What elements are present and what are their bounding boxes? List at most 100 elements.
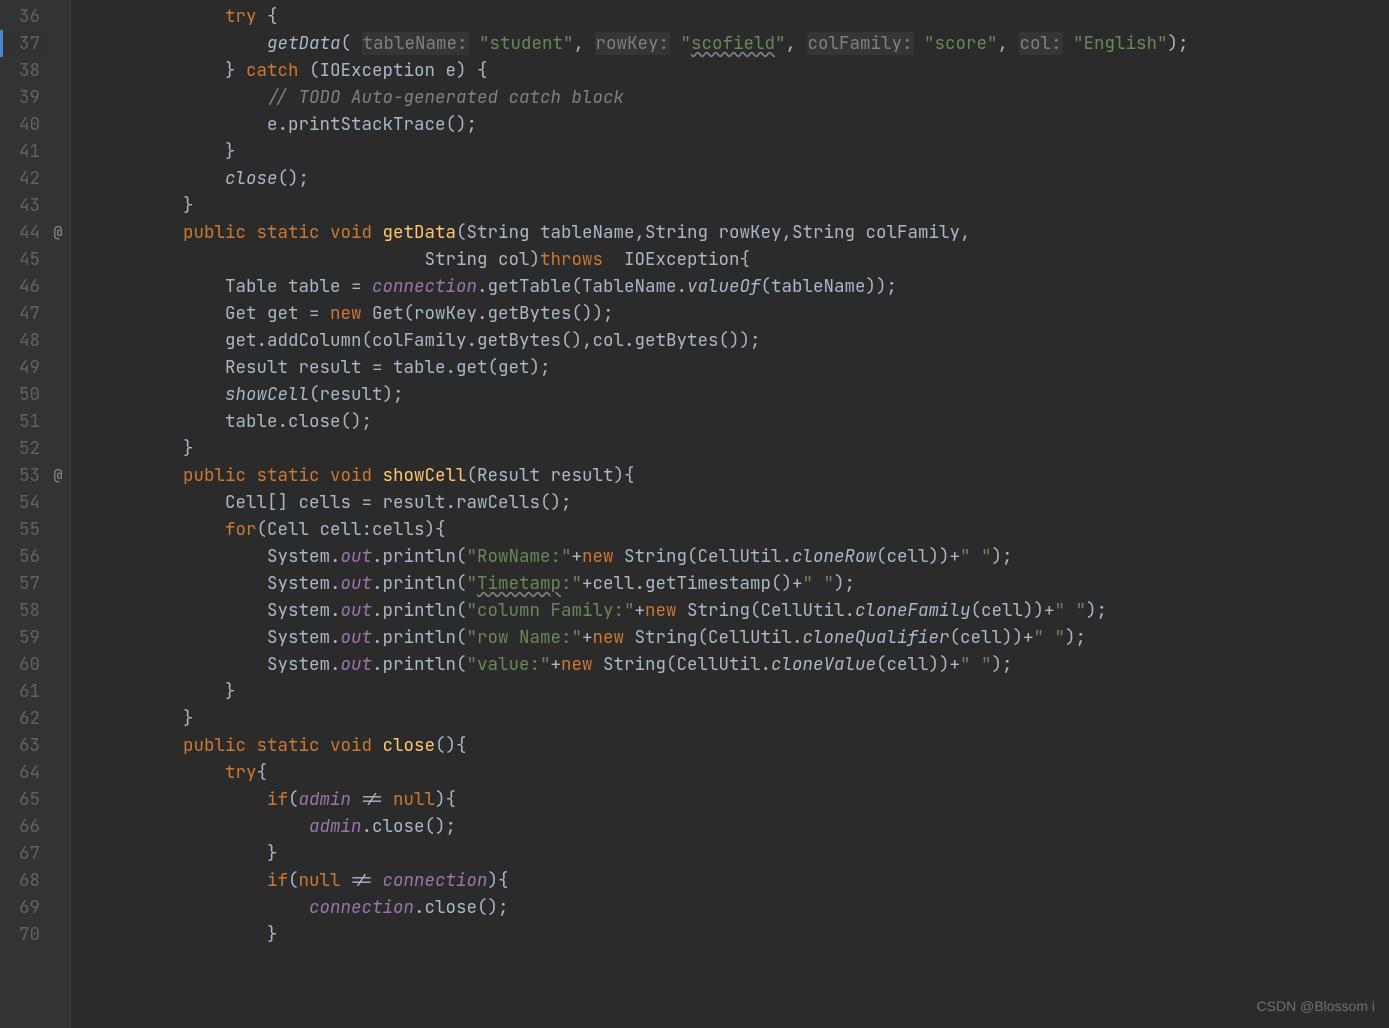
- code-line[interactable]: public static void showCell(Result resul…: [99, 462, 1389, 489]
- code-line[interactable]: // TODO Auto-generated catch block: [99, 84, 1389, 111]
- gutter-mark[interactable]: [46, 867, 70, 894]
- gutter-mark[interactable]: [46, 543, 70, 570]
- gutter-mark[interactable]: [46, 84, 70, 111]
- line-number[interactable]: 69: [0, 894, 46, 921]
- code-area[interactable]: try { getData( tableName: "student", row…: [87, 0, 1389, 1028]
- code-line[interactable]: connection.close();: [99, 894, 1389, 921]
- gutter-mark[interactable]: [46, 570, 70, 597]
- code-line[interactable]: admin.close();: [99, 813, 1389, 840]
- code-line[interactable]: System.out.println("row Name:"+new Strin…: [99, 624, 1389, 651]
- line-number[interactable]: 70: [0, 921, 46, 948]
- line-number[interactable]: 46: [0, 273, 46, 300]
- line-number[interactable]: 51: [0, 408, 46, 435]
- code-line[interactable]: }: [99, 705, 1389, 732]
- code-line[interactable]: table.close();: [99, 408, 1389, 435]
- line-number-gutter[interactable]: 3637383940414243444546474849505152535455…: [0, 0, 46, 1028]
- gutter-mark[interactable]: [46, 381, 70, 408]
- code-line[interactable]: if(null != connection){: [99, 867, 1389, 894]
- code-line[interactable]: public static void getData(String tableN…: [99, 219, 1389, 246]
- code-line[interactable]: System.out.println("Timetamp:"+cell.getT…: [99, 570, 1389, 597]
- code-line[interactable]: Table table = connection.getTable(TableN…: [99, 273, 1389, 300]
- line-number[interactable]: 58: [0, 597, 46, 624]
- line-number[interactable]: 53: [0, 462, 46, 489]
- gutter-mark[interactable]: [46, 597, 70, 624]
- line-number[interactable]: 62: [0, 705, 46, 732]
- gutter-mark[interactable]: [46, 921, 70, 948]
- gutter-mark[interactable]: [46, 111, 70, 138]
- code-line[interactable]: System.out.println("RowName:"+new String…: [99, 543, 1389, 570]
- code-line[interactable]: }: [99, 678, 1389, 705]
- code-line[interactable]: close();: [99, 165, 1389, 192]
- line-number[interactable]: 63: [0, 732, 46, 759]
- code-line[interactable]: e.printStackTrace();: [99, 111, 1389, 138]
- gutter-mark[interactable]: [46, 651, 70, 678]
- line-number[interactable]: 48: [0, 327, 46, 354]
- gutter-mark[interactable]: [46, 678, 70, 705]
- gutter-mark[interactable]: [46, 732, 70, 759]
- line-number[interactable]: 50: [0, 381, 46, 408]
- line-number[interactable]: 67: [0, 840, 46, 867]
- code-line[interactable]: }: [99, 435, 1389, 462]
- line-number[interactable]: 41: [0, 138, 46, 165]
- line-number[interactable]: 64: [0, 759, 46, 786]
- gutter-mark[interactable]: [46, 786, 70, 813]
- line-number[interactable]: 49: [0, 354, 46, 381]
- gutter-mark[interactable]: [46, 30, 70, 57]
- line-number[interactable]: 66: [0, 813, 46, 840]
- gutter-mark[interactable]: [46, 300, 70, 327]
- gutter-mark[interactable]: [46, 894, 70, 921]
- line-number[interactable]: 37: [0, 30, 46, 57]
- code-line[interactable]: get.addColumn(colFamily.getBytes(),col.g…: [99, 327, 1389, 354]
- code-line[interactable]: Get get = new Get(rowKey.getBytes());: [99, 300, 1389, 327]
- fold-region[interactable]: [70, 0, 87, 1028]
- code-line[interactable]: for(Cell cell:cells){: [99, 516, 1389, 543]
- gutter-mark[interactable]: [46, 813, 70, 840]
- code-line[interactable]: Result result = table.get(get);: [99, 354, 1389, 381]
- code-line[interactable]: }: [99, 840, 1389, 867]
- gutter-mark[interactable]: [46, 435, 70, 462]
- line-number[interactable]: 43: [0, 192, 46, 219]
- code-line[interactable]: if(admin != null){: [99, 786, 1389, 813]
- gutter-mark[interactable]: [46, 354, 70, 381]
- gutter-mark[interactable]: [46, 57, 70, 84]
- gutter-mark[interactable]: [46, 759, 70, 786]
- code-editor[interactable]: 3637383940414243444546474849505152535455…: [0, 0, 1389, 1028]
- gutter-mark[interactable]: [46, 327, 70, 354]
- gutter-marks[interactable]: @@: [46, 0, 70, 1028]
- line-number[interactable]: 65: [0, 786, 46, 813]
- line-number[interactable]: 47: [0, 300, 46, 327]
- line-number[interactable]: 42: [0, 165, 46, 192]
- gutter-mark[interactable]: [46, 624, 70, 651]
- gutter-mark[interactable]: @: [46, 462, 70, 489]
- code-line[interactable]: System.out.println("column Family:"+new …: [99, 597, 1389, 624]
- line-number[interactable]: 59: [0, 624, 46, 651]
- line-number[interactable]: 52: [0, 435, 46, 462]
- code-line[interactable]: try {: [99, 3, 1389, 30]
- gutter-mark[interactable]: [46, 408, 70, 435]
- gutter-mark[interactable]: [46, 138, 70, 165]
- line-number[interactable]: 44: [0, 219, 46, 246]
- code-line[interactable]: String col)throws IOException{: [99, 246, 1389, 273]
- gutter-mark[interactable]: [46, 489, 70, 516]
- gutter-mark[interactable]: [46, 3, 70, 30]
- gutter-mark[interactable]: [46, 516, 70, 543]
- code-line[interactable]: System.out.println("value:"+new String(C…: [99, 651, 1389, 678]
- line-number[interactable]: 57: [0, 570, 46, 597]
- line-number[interactable]: 39: [0, 84, 46, 111]
- line-number[interactable]: 54: [0, 489, 46, 516]
- code-line[interactable]: try{: [99, 759, 1389, 786]
- code-line[interactable]: public static void close(){: [99, 732, 1389, 759]
- gutter-mark[interactable]: [46, 840, 70, 867]
- code-line[interactable]: }: [99, 192, 1389, 219]
- line-number[interactable]: 40: [0, 111, 46, 138]
- code-line[interactable]: } catch (IOException e) {: [99, 57, 1389, 84]
- line-number[interactable]: 45: [0, 246, 46, 273]
- code-line[interactable]: }: [99, 138, 1389, 165]
- line-number[interactable]: 38: [0, 57, 46, 84]
- line-number[interactable]: 68: [0, 867, 46, 894]
- code-line[interactable]: Cell[] cells = result.rawCells();: [99, 489, 1389, 516]
- gutter-mark[interactable]: [46, 165, 70, 192]
- code-line[interactable]: }: [99, 921, 1389, 948]
- line-number[interactable]: 36: [0, 3, 46, 30]
- code-line[interactable]: getData( tableName: "student", rowKey: "…: [99, 30, 1389, 57]
